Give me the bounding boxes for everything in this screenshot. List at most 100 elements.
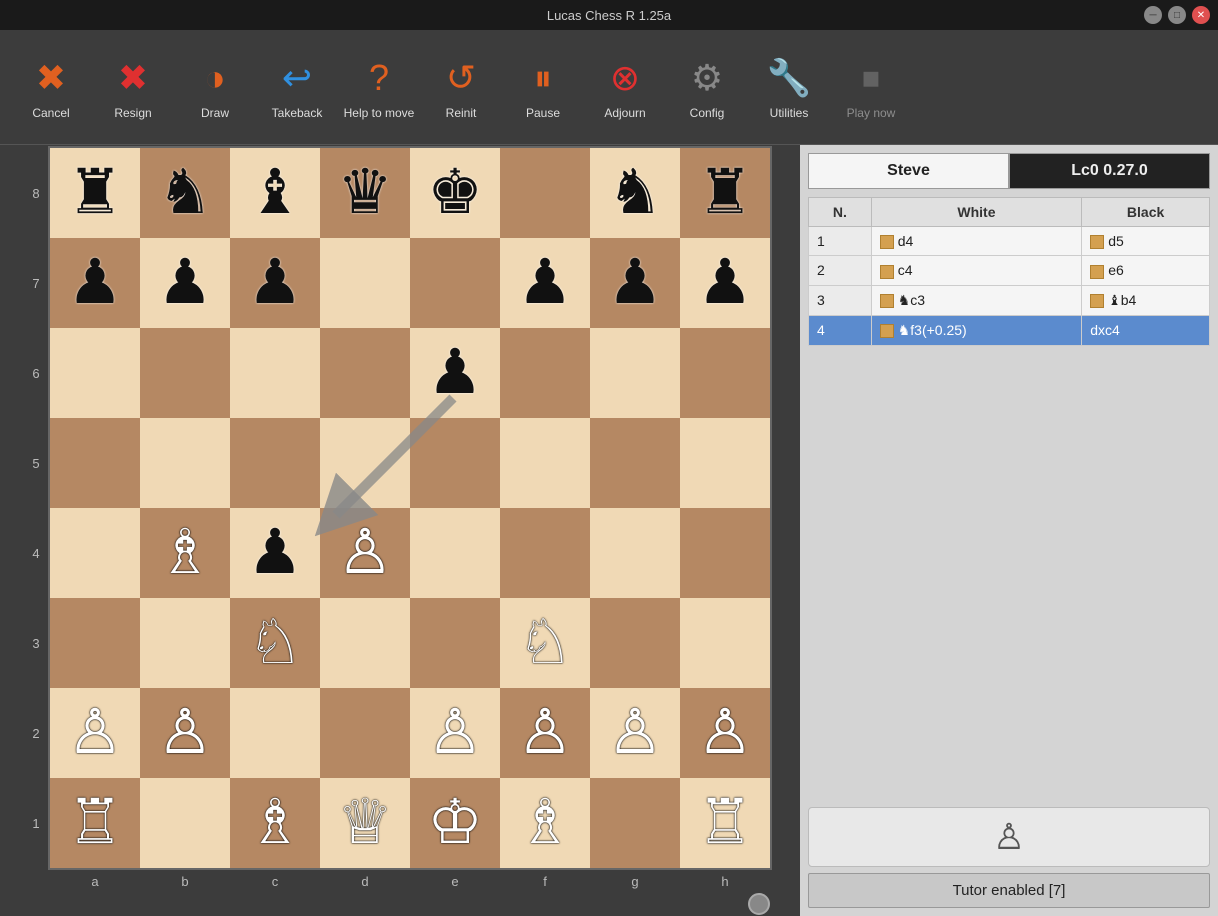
cell-h3[interactable] <box>680 598 770 688</box>
cell-e7[interactable] <box>410 238 500 328</box>
move-row-4[interactable]: 4♞f3(+0.25)dxc4 <box>809 315 1210 345</box>
cell-f2[interactable]: ♙ <box>500 688 590 778</box>
piece-br-0-0: ♜ <box>67 162 123 224</box>
cell-b2[interactable]: ♙ <box>140 688 230 778</box>
restore-button[interactable]: □ <box>1168 6 1186 24</box>
move-black-4[interactable]: dxc4 <box>1082 315 1210 345</box>
move-row-2[interactable]: 2c4e6 <box>809 256 1210 285</box>
file-label-e: e <box>410 874 500 889</box>
cancel-button[interactable]: ✖Cancel <box>12 39 90 135</box>
cell-g1[interactable] <box>590 778 680 868</box>
cell-a3[interactable] <box>50 598 140 688</box>
tutor-status: Tutor enabled [7] <box>808 873 1210 908</box>
cell-h1[interactable]: ♖ <box>680 778 770 868</box>
move-black-1[interactable]: d5 <box>1082 227 1210 256</box>
cell-e2[interactable]: ♙ <box>410 688 500 778</box>
resign-label: Resign <box>114 106 151 120</box>
cell-g4[interactable] <box>590 508 680 598</box>
takeback-button[interactable]: ↩Takeback <box>258 39 336 135</box>
cell-e6[interactable]: ♟ <box>410 328 500 418</box>
cell-d4[interactable]: ♙ <box>320 508 410 598</box>
move-black-icon-2 <box>1090 265 1104 279</box>
cell-a1[interactable]: ♖ <box>50 778 140 868</box>
cell-h6[interactable] <box>680 328 770 418</box>
chess-board[interactable]: ♜♞♝♛♚♞♜♟♟♟♟♟♟♟♗♟♙♘♘♙♙♙♙♙♙♖♗♕♔♗♖ <box>48 146 772 870</box>
cell-a2[interactable]: ♙ <box>50 688 140 778</box>
cell-d6[interactable] <box>320 328 410 418</box>
draw-button[interactable]: ◑Draw <box>176 39 254 135</box>
utilities-button[interactable]: 🔧Utilities <box>750 39 828 135</box>
cell-b8[interactable]: ♞ <box>140 148 230 238</box>
piece-wp-4-6: ♙ <box>427 702 483 764</box>
cell-a7[interactable]: ♟ <box>50 238 140 328</box>
cell-c8[interactable]: ♝ <box>230 148 320 238</box>
move-row-3[interactable]: 3♞c3♝b4 <box>809 285 1210 315</box>
cell-f3[interactable]: ♘ <box>500 598 590 688</box>
help_to_move-button[interactable]: ?Help to move <box>340 39 418 135</box>
cell-f6[interactable] <box>500 328 590 418</box>
cell-e5[interactable] <box>410 418 500 508</box>
move-row-1[interactable]: 1d4d5 <box>809 227 1210 256</box>
piece-bp-5-1: ♟ <box>517 252 573 314</box>
cell-c3[interactable]: ♘ <box>230 598 320 688</box>
cell-d1[interactable]: ♕ <box>320 778 410 868</box>
adjourn-button[interactable]: ⊗Adjourn <box>586 39 664 135</box>
cell-g3[interactable] <box>590 598 680 688</box>
cell-b7[interactable]: ♟ <box>140 238 230 328</box>
cell-d8[interactable]: ♛ <box>320 148 410 238</box>
cell-h8[interactable]: ♜ <box>680 148 770 238</box>
cell-c6[interactable] <box>230 328 320 418</box>
cell-g6[interactable] <box>590 328 680 418</box>
cell-f7[interactable]: ♟ <box>500 238 590 328</box>
cell-d7[interactable] <box>320 238 410 328</box>
cell-f1[interactable]: ♗ <box>500 778 590 868</box>
cell-h5[interactable] <box>680 418 770 508</box>
cell-c1[interactable]: ♗ <box>230 778 320 868</box>
cell-h4[interactable] <box>680 508 770 598</box>
cell-h2[interactable]: ♙ <box>680 688 770 778</box>
cell-b1[interactable] <box>140 778 230 868</box>
cell-g7[interactable]: ♟ <box>590 238 680 328</box>
move-black-3[interactable]: ♝b4 <box>1082 285 1210 315</box>
cell-f5[interactable] <box>500 418 590 508</box>
cell-e4[interactable] <box>410 508 500 598</box>
cell-f4[interactable] <box>500 508 590 598</box>
cell-a4[interactable] <box>50 508 140 598</box>
pause-button[interactable]: ⏸Pause <box>504 39 582 135</box>
move-white-1[interactable]: d4 <box>871 227 1081 256</box>
cell-d3[interactable] <box>320 598 410 688</box>
cell-e8[interactable]: ♚ <box>410 148 500 238</box>
cell-b6[interactable] <box>140 328 230 418</box>
move-white-4[interactable]: ♞f3(+0.25) <box>871 315 1081 345</box>
rank-label-3: 3 <box>28 598 44 688</box>
config-button[interactable]: ⚙Config <box>668 39 746 135</box>
cell-g8[interactable]: ♞ <box>590 148 680 238</box>
cell-d5[interactable] <box>320 418 410 508</box>
move-white-3[interactable]: ♞c3 <box>871 285 1081 315</box>
cell-b4[interactable]: ♗ <box>140 508 230 598</box>
close-button[interactable]: ✕ <box>1192 6 1210 24</box>
piece-wq-3-7: ♕ <box>337 792 393 854</box>
minimize-button[interactable]: ─ <box>1144 6 1162 24</box>
cell-c7[interactable]: ♟ <box>230 238 320 328</box>
reinit-button[interactable]: ↺Reinit <box>422 39 500 135</box>
cell-e3[interactable] <box>410 598 500 688</box>
cell-c2[interactable] <box>230 688 320 778</box>
col-n: N. <box>809 198 872 227</box>
cell-e1[interactable]: ♔ <box>410 778 500 868</box>
resign-button[interactable]: ✖Resign <box>94 39 172 135</box>
cell-h7[interactable]: ♟ <box>680 238 770 328</box>
cell-g2[interactable]: ♙ <box>590 688 680 778</box>
move-white-2[interactable]: c4 <box>871 256 1081 285</box>
cell-a5[interactable] <box>50 418 140 508</box>
cell-a8[interactable]: ♜ <box>50 148 140 238</box>
cell-d2[interactable] <box>320 688 410 778</box>
cell-c5[interactable] <box>230 418 320 508</box>
cell-b5[interactable] <box>140 418 230 508</box>
cell-c4[interactable]: ♟ <box>230 508 320 598</box>
cell-f8[interactable] <box>500 148 590 238</box>
cell-b3[interactable] <box>140 598 230 688</box>
cell-a6[interactable] <box>50 328 140 418</box>
cell-g5[interactable] <box>590 418 680 508</box>
move-black-2[interactable]: e6 <box>1082 256 1210 285</box>
